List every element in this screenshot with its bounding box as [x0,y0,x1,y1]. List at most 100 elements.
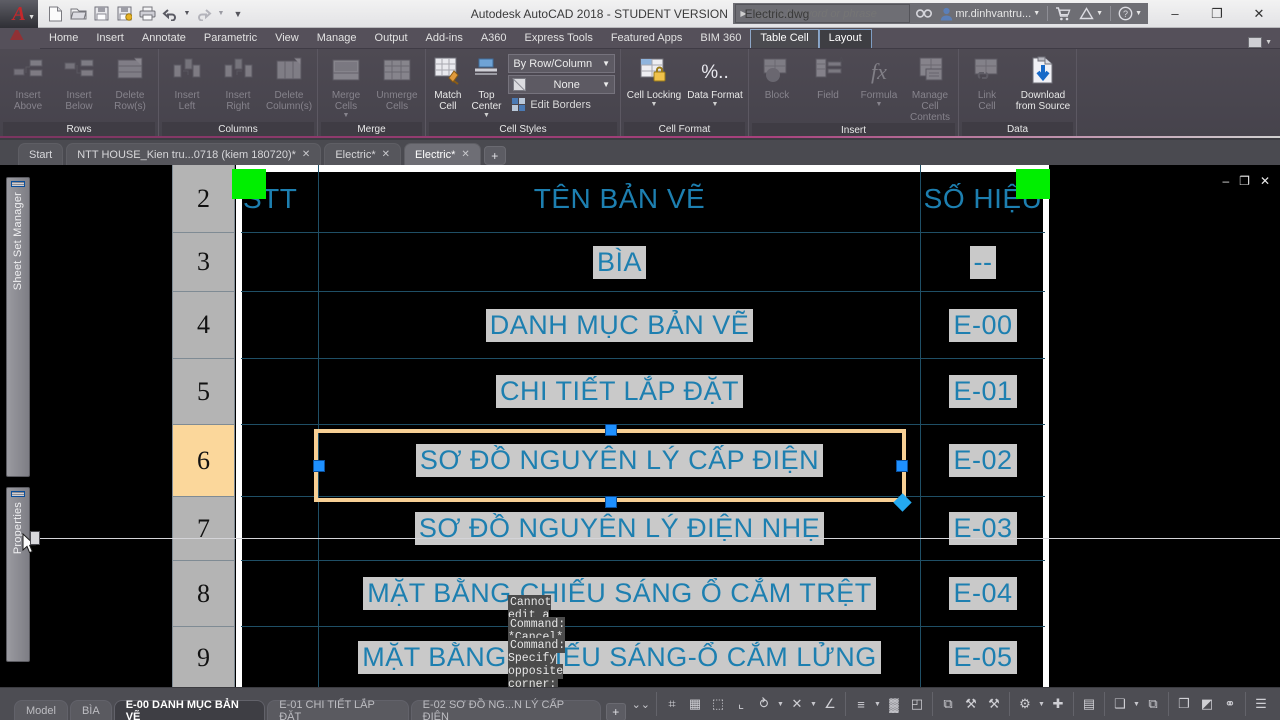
chevron-down-icon[interactable]: ▼ [602,59,610,68]
plot-icon[interactable] [136,3,158,25]
top-center-align-button[interactable]: Top Center ▼ [468,52,506,119]
table-row[interactable]: CHI TIẾT LẮP ĐẶT E-01 [241,359,1045,425]
redo-dropdown-icon[interactable]: ▼ [216,3,226,25]
background-fill-dropdown[interactable]: None ▼ [508,75,615,94]
table-row[interactable]: SƠ ĐỒ NGUYÊN LÝ CẤP ĐIỆN E-02 [241,425,1045,497]
qat-customize-icon[interactable]: ▼ [227,3,249,25]
share-icon[interactable]: ◩ [1196,693,1218,715]
restore-button[interactable]: ❐ [1196,0,1238,28]
ribbon-tab-add-ins[interactable]: Add-ins [417,30,472,48]
cell-style-dropdown[interactable]: By Row/Column ▼ [508,54,615,73]
grip-bottom[interactable] [605,496,617,508]
cell-locking-button[interactable]: Cell Locking ▼ [624,52,684,108]
grid-display-icon[interactable]: ▦ [684,693,706,715]
ribbon-tab-output[interactable]: Output [366,30,417,48]
viewport-restore-button[interactable]: ❐ [1239,175,1250,187]
clean-screen-icon[interactable]: ❐ [1173,693,1195,715]
ribbon-tab-featured-apps[interactable]: Featured Apps [602,30,692,48]
table-cell-name[interactable]: DANH MỤC BẢN VẼ [319,292,921,358]
chevron-down-icon[interactable]: ▼ [483,112,490,119]
table-cell-code[interactable]: E-01 [921,359,1045,424]
save-icon[interactable] [90,3,112,25]
chevron-down-icon[interactable]: ▼ [809,701,818,708]
match-cell-button[interactable]: Match Cell [429,52,467,112]
table-cell-stt[interactable] [241,292,319,358]
autodesk-store-button[interactable] [1051,4,1075,23]
table-row-header[interactable]: 5 [172,359,235,425]
undo-icon[interactable] [159,3,181,25]
table-cell-name[interactable]: CHI TIẾT LẮP ĐẶT [319,359,921,424]
ribbon-tab-annotate[interactable]: Annotate [133,30,195,48]
search-box[interactable]: ▶ [735,4,911,23]
ribbon-tab-insert[interactable]: Insert [87,30,133,48]
transparency-icon[interactable]: ▓ [883,693,905,715]
table-cell-name[interactable]: MẶT BẰNG CHIẾU SÁNG Ổ CẮM TRỆT [319,561,921,626]
table-cell-stt[interactable] [241,561,319,626]
selection-cycling-icon[interactable]: ◰ [906,693,928,715]
table-row-header[interactable]: 4 [172,292,235,359]
lineweight-icon[interactable]: ≡ [850,693,872,715]
table-row[interactable]: SƠ ĐỒ NGUYÊN LÝ ĐIỆN NHẸ E-03 [241,497,1045,561]
table-row[interactable]: DANH MỤC BẢN VẼ E-00 [241,292,1045,359]
ribbon-tab-layout[interactable]: Layout [818,29,872,48]
annotation-visibility-icon[interactable]: ⧉ [937,693,959,715]
document-tab[interactable]: NTT HOUSE_Kien tru...0718 (kiem 180720)*… [66,143,322,165]
units-icon[interactable]: ▤ [1078,693,1100,715]
hardware-acceleration-icon[interactable]: ❑ [1109,693,1131,715]
ribbon-display-icon[interactable] [1248,37,1263,48]
ribbon-tab-a360[interactable]: A360 [472,30,516,48]
search-input[interactable] [750,7,906,20]
new-file-icon[interactable] [44,3,66,25]
close-button[interactable]: ✕ [1238,0,1280,28]
layout-tab[interactable]: BÌA [69,699,112,720]
undo-dropdown-icon[interactable]: ▼ [182,3,192,25]
snap-mode-icon[interactable]: ⬚ [707,693,729,715]
grip-right[interactable] [896,460,908,472]
table-row[interactable]: BÌA -- [241,233,1045,292]
new-layout-button[interactable]: + [606,702,626,720]
redo-icon[interactable] [193,3,215,25]
table-cell-name[interactable]: BÌA [319,233,921,291]
layout-tab[interactable]: E-00 DANH MỤC BẢN VẼ [113,699,266,720]
new-document-tab-button[interactable]: + [483,146,506,165]
document-tab[interactable]: Electric* ✕ [324,143,402,165]
data-format-button[interactable]: %.. Data Format ▼ [685,52,745,108]
layout-tab[interactable]: E-02 SƠ ĐỒ NG...N LÝ CẤP ĐIỆN [410,699,602,720]
ribbon-tab-express-tools[interactable]: Express Tools [516,30,602,48]
viewport-minimize-button[interactable]: – [1222,175,1229,187]
table-cell-stt[interactable] [241,497,319,560]
object-snap-tracking-icon[interactable]: ∠ [819,693,841,715]
table-row-header[interactable]: 7 [172,497,235,561]
download-from-source-button[interactable]: Download from Source [1013,52,1073,112]
table-cell-code[interactable]: E-02 [921,425,1045,496]
open-file-icon[interactable] [67,3,89,25]
table-row[interactable]: STT TÊN BẢN VẼ SỐ HIỆU [241,165,1045,233]
table-cell-stt[interactable] [241,233,319,291]
document-tab[interactable]: Start [18,143,64,165]
annotation-monitor-icon[interactable]: ✚ [1047,693,1069,715]
ribbon-tab-table-cell[interactable]: Table Cell [750,29,819,48]
annotation-scale-icon[interactable]: ⚒ [960,693,982,715]
viewport-close-button[interactable]: ✕ [1260,175,1270,187]
close-icon[interactable]: ✕ [302,149,310,160]
table-cell-code[interactable]: E-05 [921,627,1045,687]
chevron-down-icon[interactable]: ▼ [1132,701,1141,708]
table-row[interactable]: MẶT BẰNG CHIẾU SÁNG-Ổ CẮM LỬNG E-05 [241,627,1045,687]
table-cell-code[interactable]: E-00 [921,292,1045,358]
lock-ui-icon[interactable]: ⚭ [1219,693,1241,715]
ortho-mode-icon[interactable]: ⌞ [730,693,752,715]
chevron-down-icon[interactable]: ▼ [776,701,785,708]
grip-top[interactable] [605,424,617,436]
ribbon-tab-home[interactable]: Home [40,30,87,48]
ribbon-tab-parametric[interactable]: Parametric [195,30,266,48]
table-cell-name[interactable]: SƠ ĐỒ NGUYÊN LÝ ĐIỆN NHẸ [319,497,921,560]
table-row-header[interactable]: 3 [172,233,235,292]
auto-scale-icon[interactable]: ⚒ [983,693,1005,715]
minimize-button[interactable]: – [1154,0,1196,28]
viewport-resize-handle[interactable] [30,531,40,545]
application-menu-button[interactable]: A ▼ [0,0,38,28]
edit-borders-button[interactable]: Edit Borders [506,94,617,111]
chevron-down-icon[interactable]: ▼ [712,101,719,108]
autodesk-app-button[interactable]: ▼ [1075,4,1107,23]
customization-icon[interactable]: ☰ [1250,693,1272,715]
